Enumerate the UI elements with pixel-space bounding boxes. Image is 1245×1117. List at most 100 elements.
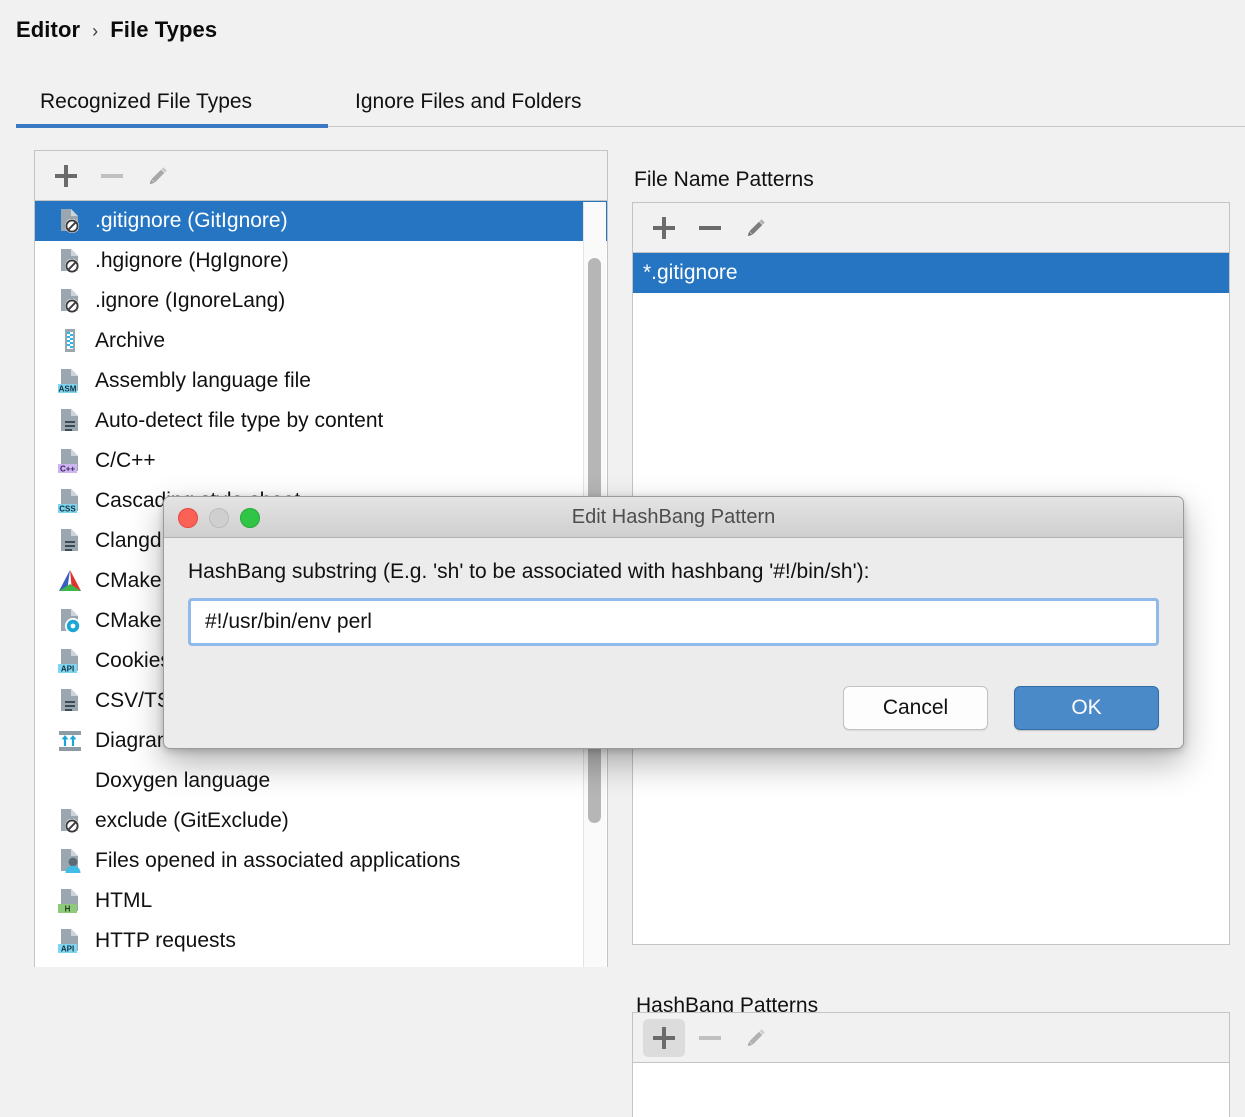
tab-active-underline xyxy=(16,124,328,128)
minimize-window-icon[interactable] xyxy=(209,508,229,528)
file-name-patterns-toolbar xyxy=(633,203,1229,253)
file-ignore-icon xyxy=(57,808,83,834)
file-type-label: .hgignore (HgIgnore) xyxy=(95,249,289,272)
file-css-icon: CSS xyxy=(57,488,83,514)
hashbang-patterns-box xyxy=(632,1012,1230,1117)
file-type-row[interactable]: C++ C/C++ xyxy=(35,441,607,481)
breadcrumb-current: File Types xyxy=(110,17,218,42)
cmake-icon xyxy=(57,568,83,594)
svg-text:CSS: CSS xyxy=(59,505,76,514)
remove-icon xyxy=(699,225,721,230)
file-ignore-icon xyxy=(57,208,83,234)
edit-file-type-button[interactable] xyxy=(137,157,179,195)
remove-hashbang-pattern-button[interactable] xyxy=(689,1019,731,1057)
file-cpp-icon: C++ xyxy=(57,448,83,474)
add-icon xyxy=(55,164,77,187)
tab-baseline-divider xyxy=(328,126,1245,127)
dialog-body: HashBang substring (E.g. 'sh' to be asso… xyxy=(164,538,1183,646)
file-type-label: Auto-detect file type by content xyxy=(95,409,384,432)
file-ignore-icon xyxy=(57,288,83,314)
dialog-prompt-label: HashBang substring (E.g. 'sh' to be asso… xyxy=(188,560,870,583)
dialog-button-row: Cancel OK xyxy=(843,686,1159,730)
maximize-window-icon[interactable] xyxy=(240,508,260,528)
file-html-icon: H xyxy=(57,888,83,914)
file-type-label: C/C++ xyxy=(95,449,156,472)
add-file-name-pattern-button[interactable] xyxy=(643,209,685,247)
remove-icon xyxy=(699,1035,721,1040)
file-type-label: Assembly language file xyxy=(95,369,311,392)
file-type-row[interactable]: .gitignore (GitIgnore) xyxy=(35,201,607,241)
file-type-label: CMake xyxy=(95,569,162,592)
remove-file-name-pattern-button[interactable] xyxy=(689,209,731,247)
add-file-type-button[interactable] xyxy=(45,157,87,195)
hashbang-patterns-list[interactable] xyxy=(633,1063,1229,1117)
svg-text:H: H xyxy=(65,905,71,914)
file-type-label: HTTP requests xyxy=(95,929,236,952)
file-type-row[interactable]: .hgignore (HgIgnore) xyxy=(35,241,607,281)
file-asm-icon: ASM xyxy=(57,368,83,394)
edit-file-name-pattern-button[interactable] xyxy=(735,209,777,247)
file-type-row[interactable]: API HTTP requests xyxy=(35,921,607,961)
svg-text:API: API xyxy=(61,945,74,954)
file-type-label: HTML xyxy=(95,889,153,912)
file-name-patterns-title: File Name Patterns xyxy=(634,168,814,191)
tab-ignore-files-and-folders-label: Ignore Files and Folders xyxy=(355,90,582,113)
file-type-row[interactable]: H HTML xyxy=(35,881,607,921)
file-text-icon xyxy=(57,408,83,434)
tab-ignore-files-and-folders[interactable]: Ignore Files and Folders xyxy=(353,80,583,124)
breadcrumb-separator-icon: › xyxy=(92,20,99,41)
hashbang-patterns-toolbar xyxy=(633,1013,1229,1063)
hashbang-substring-field-wrapper xyxy=(188,598,1159,646)
none xyxy=(57,768,83,794)
file-text-icon xyxy=(57,688,83,714)
add-icon xyxy=(653,1026,675,1049)
tab-recognized-file-types[interactable]: Recognized File Types xyxy=(38,80,254,124)
file-text-icon xyxy=(57,528,83,554)
hashbang-substring-input[interactable] xyxy=(203,609,1144,635)
file-type-label: Files opened in associated applications xyxy=(95,849,461,872)
remove-file-type-button[interactable] xyxy=(91,157,133,195)
edit-hashbang-pattern-dialog: Edit HashBang Pattern HashBang substring… xyxy=(163,496,1184,749)
file-name-pattern-row[interactable]: *.gitignore xyxy=(633,253,1229,293)
file-name-pattern-row-label: *.gitignore xyxy=(643,261,738,284)
cancel-button[interactable]: Cancel xyxy=(843,686,988,730)
file-user-icon xyxy=(57,848,83,874)
edit-icon xyxy=(744,216,768,240)
remove-icon xyxy=(101,173,123,178)
file-type-label: exclude (GitExclude) xyxy=(95,809,289,832)
dialog-titlebar[interactable]: Edit HashBang Pattern xyxy=(164,497,1183,538)
file-type-row[interactable]: .ignore (IgnoreLang) xyxy=(35,281,607,321)
file-type-label: Doxygen language xyxy=(95,769,271,792)
file-type-row[interactable]: Doxygen language xyxy=(35,761,607,801)
file-type-label: Cookies xyxy=(95,649,171,672)
file-type-row[interactable]: Archive xyxy=(35,321,607,361)
file-type-row[interactable]: Files opened in associated applications xyxy=(35,841,607,881)
file-type-label: Archive xyxy=(95,329,166,352)
file-type-row[interactable]: ASM Assembly language file xyxy=(35,361,607,401)
add-hashbang-pattern-button[interactable] xyxy=(643,1018,685,1057)
edit-icon xyxy=(146,164,170,188)
breadcrumb-parent[interactable]: Editor xyxy=(16,17,80,43)
tab-recognized-file-types-label: Recognized File Types xyxy=(40,90,253,113)
file-gear-icon xyxy=(57,608,83,634)
edit-icon xyxy=(744,1026,768,1050)
file-type-row[interactable]: exclude (GitExclude) xyxy=(35,801,607,841)
file-api-icon: API xyxy=(57,648,83,674)
file-type-label: .ignore (IgnoreLang) xyxy=(95,289,286,312)
svg-text:C++: C++ xyxy=(60,465,75,474)
file-type-row[interactable]: Auto-detect file type by content xyxy=(35,401,607,441)
svg-text:ASM: ASM xyxy=(59,385,77,394)
file-ignore-icon xyxy=(57,248,83,274)
dialog-title: Edit HashBang Pattern xyxy=(571,505,776,528)
file-type-label: .gitignore (GitIgnore) xyxy=(95,209,288,232)
svg-text:API: API xyxy=(61,665,74,674)
close-window-icon[interactable] xyxy=(178,508,198,528)
ok-button[interactable]: OK xyxy=(1014,686,1159,730)
edit-hashbang-pattern-button[interactable] xyxy=(735,1019,777,1057)
tab-bar: Recognized File Types Ignore Files and F… xyxy=(0,80,1245,132)
file-api-icon: API xyxy=(57,928,83,954)
diagram-icon xyxy=(57,728,83,754)
archive-icon xyxy=(57,328,83,354)
file-types-toolbar xyxy=(35,151,607,201)
breadcrumb: Editor › File Types xyxy=(16,14,217,46)
